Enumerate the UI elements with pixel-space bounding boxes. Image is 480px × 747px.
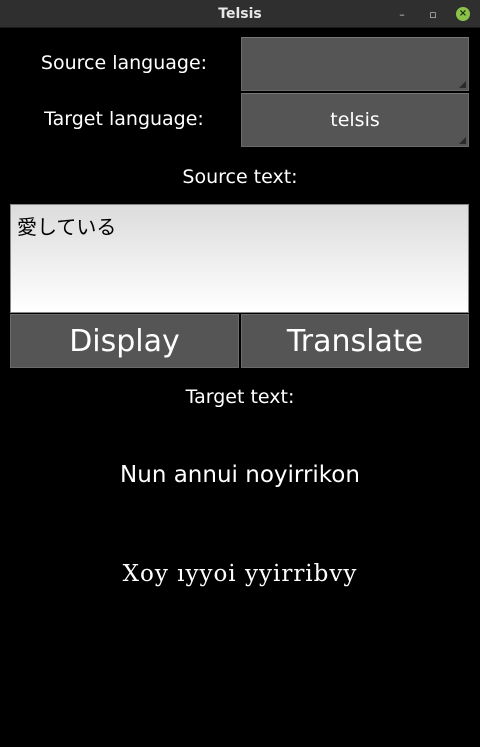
display-button[interactable]: Display — [10, 314, 239, 368]
target-text-label: Target text: — [185, 386, 295, 408]
minimize-button[interactable]: – — [394, 6, 410, 22]
translation-output: Nun annui noyirrikon — [120, 462, 360, 488]
target-language-select[interactable]: telsis — [241, 93, 469, 147]
dropdown-corner-icon — [459, 137, 466, 144]
source-language-select[interactable] — [241, 37, 469, 91]
target-language-value: telsis — [330, 109, 380, 131]
source-text-label: Source text: — [182, 166, 298, 188]
telsis-script-output: Xoy ıyyoi yyirribvy — [122, 561, 358, 587]
maximize-icon: ▫ — [429, 7, 437, 21]
title-bar: Telsis – ▫ × — [0, 0, 480, 28]
close-icon: × — [456, 7, 470, 21]
source-text-input[interactable]: 愛している — [10, 204, 469, 313]
source-language-label: Source language: — [40, 52, 208, 74]
target-language-label: Target language: — [44, 108, 204, 130]
dropdown-corner-icon — [459, 81, 466, 88]
minimize-icon: – — [399, 7, 405, 21]
close-button[interactable]: × — [455, 6, 471, 22]
maximize-button[interactable]: ▫ — [425, 6, 441, 22]
translate-button[interactable]: Translate — [241, 314, 469, 368]
